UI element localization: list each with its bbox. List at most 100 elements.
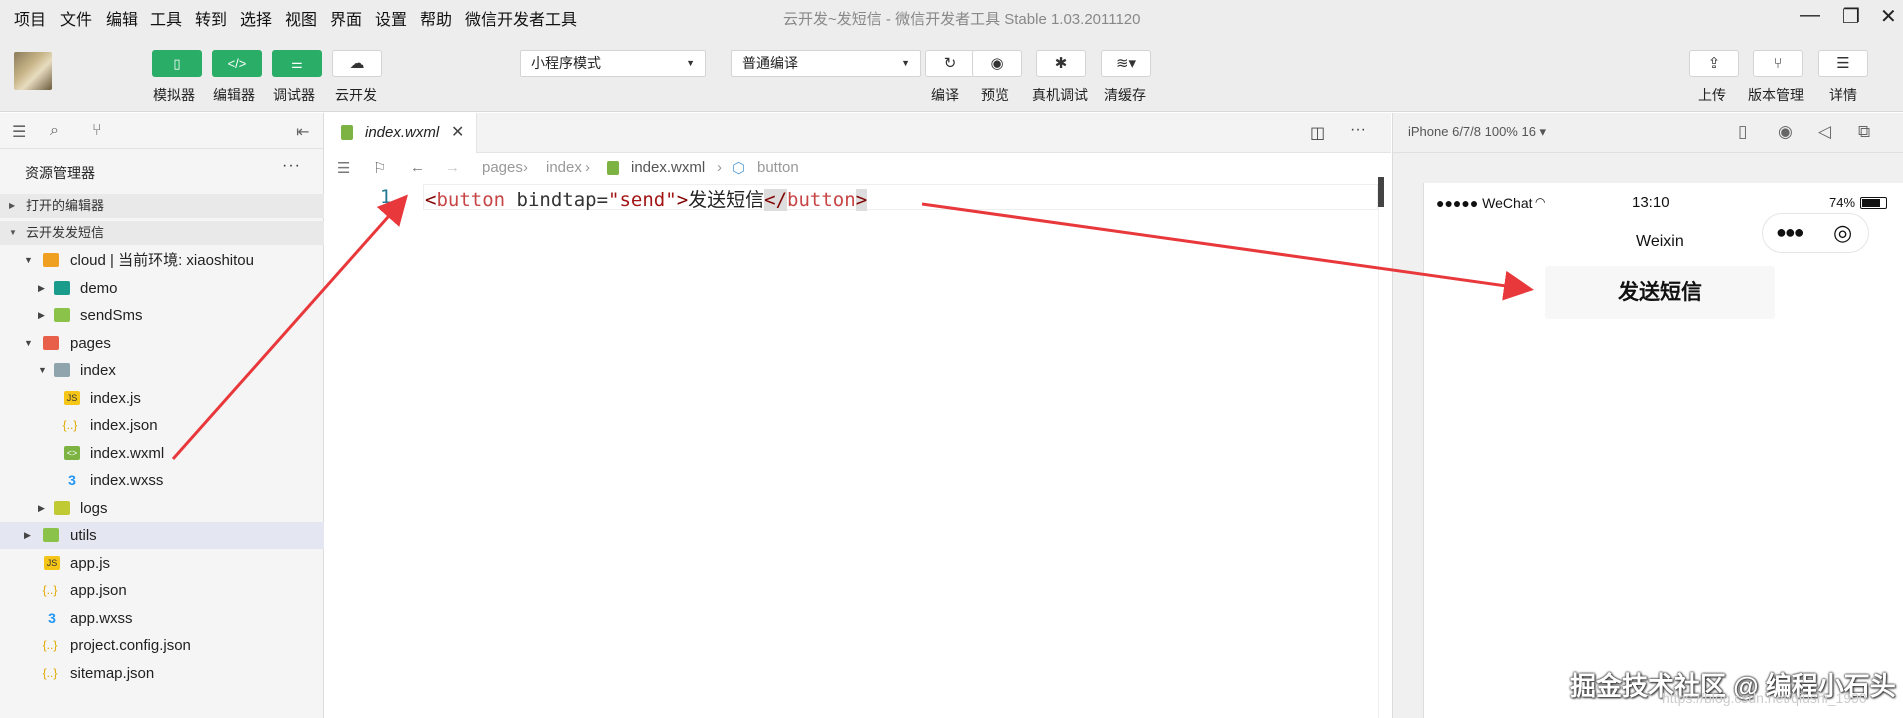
menu-help[interactable]: 帮助 xyxy=(420,6,452,30)
phone-icon[interactable]: ▯ xyxy=(1738,122,1747,142)
tab-index-wxml[interactable]: index.wxml ✕ xyxy=(325,113,477,153)
close-icon[interactable]: ✕ xyxy=(451,122,464,142)
compile-button[interactable]: ↻ xyxy=(925,50,975,77)
tree-item-logs[interactable]: ▶ logs xyxy=(0,495,324,522)
compile-select-value: 普通编译 xyxy=(742,55,798,71)
minimize-button[interactable]: — xyxy=(1800,4,1820,27)
code-token: "send" xyxy=(608,189,677,211)
close-button[interactable]: ✕ xyxy=(1880,4,1897,29)
debugger-toggle-button[interactable]: ⚌ xyxy=(272,50,322,77)
mode-select[interactable]: 小程序模式 ▼ xyxy=(520,50,706,77)
menu-settings[interactable]: 设置 xyxy=(375,6,407,30)
tree-item-sendsms[interactable]: ▶ sendSms xyxy=(0,302,324,329)
breadcrumb-item[interactable]: index.wxml xyxy=(631,159,705,176)
tree-item-index-wxml[interactable]: <> index.wxml xyxy=(0,440,324,467)
wifi-icon: ◠ xyxy=(1535,195,1546,209)
sidebar-tabs: ☰ ⌕ ⑂ ⇤ xyxy=(0,113,324,149)
tree-item-app-js[interactable]: JS app.js xyxy=(0,550,324,577)
project-label: 云开发发短信 xyxy=(26,225,105,240)
tree-item-index-json[interactable]: {..} index.json xyxy=(0,412,324,439)
code-line[interactable]: 1 <button bindtap="send">发送短信</button> xyxy=(325,183,1385,212)
editor-tabs: index.wxml ✕ ◫ ··· xyxy=(325,113,1391,153)
chevron-down-icon: ▼ xyxy=(24,255,33,265)
tree-item-pages[interactable]: ▼ pages xyxy=(0,330,324,357)
remote-debug-button[interactable]: ✱ xyxy=(1036,50,1086,77)
send-sms-button[interactable]: 发送短信 xyxy=(1545,266,1775,319)
tree-item-index-js[interactable]: JS index.js xyxy=(0,385,324,412)
menu-edit[interactable]: 编辑 xyxy=(106,6,138,30)
window-icon[interactable]: ⧉ xyxy=(1858,122,1870,142)
explorer-title: 资源管理器 xyxy=(25,165,95,181)
breadcrumb-item[interactable]: button xyxy=(757,159,799,176)
folder-icon xyxy=(54,308,70,322)
menu-file[interactable]: 文件 xyxy=(60,6,92,30)
caret-down-icon: ▼ xyxy=(901,58,910,68)
record-icon[interactable]: ◉ xyxy=(1778,122,1793,142)
menu-select[interactable]: 选择 xyxy=(240,6,272,30)
more-dots-icon[interactable]: ●●● xyxy=(1776,222,1805,243)
close-target-icon[interactable]: ◎ xyxy=(1833,220,1852,246)
menu-goto[interactable]: 转到 xyxy=(195,6,227,30)
version-button[interactable]: ⑂ xyxy=(1753,50,1803,77)
compile-select[interactable]: 普通编译 ▼ xyxy=(731,50,921,77)
menu-interface[interactable]: 界面 xyxy=(330,6,362,30)
cube-icon: ⬡ xyxy=(732,160,746,177)
forward-icon[interactable]: → xyxy=(445,159,460,176)
menu-project[interactable]: 项目 xyxy=(14,6,46,30)
clear-cache-button[interactable]: ≋▾ xyxy=(1101,50,1151,77)
editor-toggle-button[interactable]: </> xyxy=(212,50,262,77)
menu-tools[interactable]: 工具 xyxy=(150,6,182,30)
avatar[interactable] xyxy=(14,52,52,90)
preview-button[interactable]: ◉ xyxy=(972,50,1022,77)
more-icon[interactable]: ··· xyxy=(282,157,301,175)
tree-item-project-config[interactable]: {..} project.config.json xyxy=(0,632,324,659)
device-select[interactable]: iPhone 6/7/8 100% 16 ▾ xyxy=(1408,124,1546,140)
tree-item-demo[interactable]: ▶ demo xyxy=(0,275,324,302)
simulator-toggle-button[interactable]: ▯ xyxy=(152,50,202,77)
code-text[interactable]: <button bindtap="send">发送短信</button> xyxy=(425,185,868,212)
project-section[interactable]: ▼ 云开发发短信 xyxy=(0,221,324,245)
chevron-down-icon: ▼ xyxy=(38,365,47,375)
more-icon[interactable]: ··· xyxy=(1350,121,1366,139)
cloud-button[interactable]: ☁ xyxy=(332,50,382,77)
maximize-button[interactable]: ❐ xyxy=(1842,4,1860,29)
bookmark-icon[interactable]: ⚐ xyxy=(373,159,386,177)
volume-icon[interactable]: ◁ xyxy=(1818,122,1831,142)
outline-icon[interactable]: ☰ xyxy=(337,159,350,177)
menu-devtools[interactable]: 微信开发者工具 xyxy=(465,6,577,30)
open-editors-label: 打开的编辑器 xyxy=(26,198,105,213)
tree-item-app-wxss[interactable]: 3 app.wxss xyxy=(0,605,324,632)
tree-item-cloud[interactable]: ▼ cloud | 当前环境: xiaoshitou xyxy=(0,247,324,274)
tree-item-sitemap[interactable]: {..} sitemap.json xyxy=(0,660,324,687)
tab-label: index.wxml xyxy=(365,124,440,141)
details-button[interactable]: ☰ xyxy=(1818,50,1868,77)
details-label: 详情 xyxy=(1829,87,1857,103)
js-file-icon: JS xyxy=(44,556,60,570)
line-number: 1 xyxy=(380,186,392,208)
collapse-sidebar-icon[interactable]: ⇤ xyxy=(296,122,309,142)
branch-icon: ⑂ xyxy=(1773,55,1783,72)
code-token: > xyxy=(676,189,689,211)
tree-item-index-wxss[interactable]: 3 index.wxss xyxy=(0,467,324,494)
search-icon[interactable]: ⌕ xyxy=(50,122,59,140)
chevron-right-icon: ▶ xyxy=(38,310,45,320)
breadcrumb-item[interactable]: pages xyxy=(482,159,523,176)
carrier-signal: ●●●●● WeChat xyxy=(1436,195,1533,211)
remote-debug-label: 真机调试 xyxy=(1032,87,1088,103)
open-editors-section[interactable]: ▶ 打开的编辑器 xyxy=(0,194,324,218)
upload-button[interactable]: ⇪ xyxy=(1689,50,1739,77)
menu-icon: ☰ xyxy=(1836,55,1850,72)
back-icon[interactable]: ← xyxy=(410,159,425,176)
tree-item-app-json[interactable]: {..} app.json xyxy=(0,577,324,604)
scrollbar-thumb[interactable] xyxy=(1378,177,1384,207)
list-icon[interactable]: ☰ xyxy=(12,122,26,142)
split-editor-icon[interactable]: ◫ xyxy=(1310,123,1325,143)
clear-cache-label: 清缓存 xyxy=(1104,87,1146,103)
tree-item-utils[interactable]: ▶ utils xyxy=(0,522,324,549)
tree-item-index-folder[interactable]: ▼ index xyxy=(0,357,324,384)
git-icon[interactable]: ⑂ xyxy=(92,122,102,140)
breadcrumb-item[interactable]: index xyxy=(546,159,582,176)
menu-view[interactable]: 视图 xyxy=(285,6,317,30)
tree-item-label: utils xyxy=(70,527,97,544)
editor-scrollbar[interactable] xyxy=(1378,183,1390,718)
